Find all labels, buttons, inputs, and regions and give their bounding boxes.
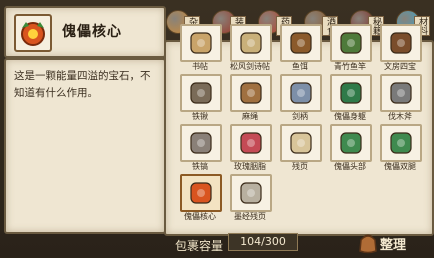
item-name: 青竹鱼竿 <box>334 62 366 71</box>
inventory-slot[interactable]: 傀儡头部 <box>330 124 372 171</box>
bag-icon <box>359 234 377 254</box>
puppet-core-icon <box>21 22 45 46</box>
inventory-slot[interactable]: 铁镐 <box>180 124 222 171</box>
selected-item-header: 傀儡核心 <box>4 6 166 58</box>
inventory-slot[interactable]: 文房四宝 <box>380 24 422 71</box>
inventory-slot[interactable]: 青竹鱼竿 <box>330 24 372 71</box>
item-icon <box>180 74 222 112</box>
item-description: 这是一颗能量四溢的宝石，不知道有什么作用。 <box>14 70 151 99</box>
inventory-slot[interactable]: 傀儡身躯 <box>330 74 372 121</box>
inventory-window: 傀儡核心 这是一颗能量四溢的宝石，不知道有什么作用。 杂装备药品酒食秘籍材料 书… <box>0 0 434 257</box>
inventory-slot[interactable]: 傀儡双腿 <box>380 124 422 171</box>
inventory-slot[interactable]: 傀儡核心 <box>180 174 222 221</box>
inventory-slot[interactable]: 墨经残页 <box>230 174 272 221</box>
item-name: 麻绳 <box>242 112 258 121</box>
item-name: 玫瑰胭脂 <box>234 162 266 171</box>
item-icon <box>330 74 372 112</box>
item-name: 松风剑诗帖 <box>230 62 270 71</box>
inventory-slot[interactable]: 铁锹 <box>180 74 222 121</box>
sort-label: 整理 <box>380 238 407 253</box>
inventory-slot[interactable]: 玫瑰胭脂 <box>230 124 272 171</box>
item-name: 文房四宝 <box>384 62 416 71</box>
inventory-slot[interactable]: 松风剑诗帖 <box>230 24 272 71</box>
item-name: 伐木斧 <box>388 112 412 121</box>
item-name: 书帖 <box>192 62 208 71</box>
item-description-panel: 这是一颗能量四溢的宝石，不知道有什么作用。 <box>4 58 166 234</box>
selected-item-icon <box>14 14 52 52</box>
inventory-slot[interactable]: 残页 <box>280 124 322 171</box>
item-icon <box>230 174 272 212</box>
item-name: 墨经残页 <box>234 212 266 221</box>
item-icon <box>180 174 222 212</box>
item-name: 傀儡双腿 <box>384 162 416 171</box>
item-icon <box>230 124 272 162</box>
item-icon <box>380 24 422 62</box>
inventory-slot[interactable]: 书帖 <box>180 24 222 71</box>
item-name: 傀儡身躯 <box>334 112 366 121</box>
item-name: 铁镐 <box>192 162 208 171</box>
selected-item-name: 傀儡核心 <box>62 24 122 40</box>
item-name: 铁锹 <box>192 112 208 121</box>
item-name: 残页 <box>292 162 308 171</box>
capacity-value: 104/300 <box>228 233 298 251</box>
item-icon <box>280 74 322 112</box>
item-icon <box>230 24 272 62</box>
item-grid-panel: 书帖 松风剑诗帖 鱼饵 青竹鱼竿 文房四宝 铁锹 麻绳 剑柄 傀儡身躯 伐木斧 铁镐 玫瑰胭脂 残页 傀儡… <box>164 24 434 236</box>
item-name: 剑柄 <box>292 112 308 121</box>
item-icon <box>280 24 322 62</box>
capacity-label: 包裹容量 <box>175 239 224 253</box>
inventory-slot[interactable]: 剑柄 <box>280 74 322 121</box>
item-name: 傀儡核心 <box>184 212 216 221</box>
item-icon <box>230 74 272 112</box>
inventory-slot[interactable]: 鱼饵 <box>280 24 322 71</box>
item-icon <box>280 124 322 162</box>
item-icon <box>330 124 372 162</box>
item-icon <box>330 24 372 62</box>
item-name: 鱼饵 <box>292 62 308 71</box>
inventory-slot[interactable]: 麻绳 <box>230 74 272 121</box>
item-icon <box>180 124 222 162</box>
item-icon <box>380 124 422 162</box>
item-name: 傀儡头部 <box>334 162 366 171</box>
inventory-slot[interactable]: 伐木斧 <box>380 74 422 121</box>
item-icon <box>380 74 422 112</box>
item-icon <box>180 24 222 62</box>
sort-button[interactable]: 整理 <box>356 230 432 254</box>
